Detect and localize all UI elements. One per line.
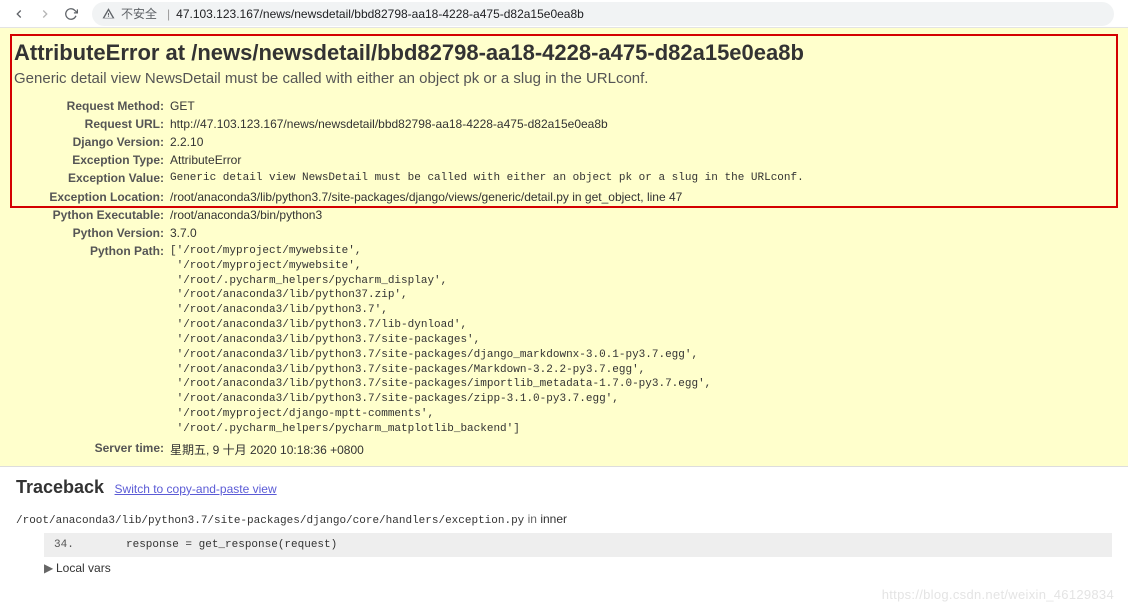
switch-view-link[interactable]: Switch to copy-and-paste view [115, 482, 277, 496]
table-row: Python Executable: /root/anaconda3/bin/p… [14, 206, 804, 224]
url-text: 47.103.123.167/news/newsdetail/bbd82798-… [176, 7, 584, 21]
triangle-right-icon: ▶ [44, 561, 54, 575]
forward-button[interactable] [32, 1, 58, 27]
error-meta-table: Request Method: GET Request URL: http://… [14, 97, 804, 460]
error-subtitle: Generic detail view NewsDetail must be c… [14, 70, 1114, 87]
error-title: AttributeError at /news/newsdetail/bbd82… [14, 40, 1114, 66]
label-exception-location: Exception Location: [14, 188, 170, 206]
local-vars-toggle[interactable]: ▶Local vars [44, 561, 1112, 575]
frame-func: inner [540, 512, 567, 526]
label-django-version: Django Version: [14, 133, 170, 151]
label-python-path: Python Path: [14, 242, 170, 439]
label-python-version: Python Version: [14, 224, 170, 242]
value-python-executable: /root/anaconda3/bin/python3 [170, 206, 804, 224]
label-request-url: Request URL: [14, 115, 170, 133]
value-exception-type: AttributeError [170, 151, 804, 169]
back-button[interactable] [6, 1, 32, 27]
reload-button[interactable] [58, 1, 84, 27]
label-server-time: Server time: [14, 439, 170, 460]
frame-in-word: in [528, 512, 537, 526]
traceback-frame: /root/anaconda3/lib/python3.7/site-packa… [16, 512, 1112, 527]
page-content: AttributeError at /news/newsdetail/bbd82… [0, 28, 1128, 608]
insecure-icon [102, 7, 115, 20]
value-python-path: ['/root/myproject/mywebsite', '/root/myp… [170, 244, 804, 437]
code-line: response = get_response(request) [126, 539, 337, 551]
label-exception-type: Exception Type: [14, 151, 170, 169]
value-django-version: 2.2.10 [170, 133, 804, 151]
label-exception-value: Exception Value: [14, 169, 170, 188]
error-summary: AttributeError at /news/newsdetail/bbd82… [0, 28, 1128, 467]
table-row: Request URL: http://47.103.123.167/news/… [14, 115, 804, 133]
code-context[interactable]: 34.response = get_response(request) [44, 533, 1112, 557]
table-row: Exception Value: Generic detail view New… [14, 169, 804, 188]
separator: | [167, 7, 170, 21]
insecure-label: 不安全 [121, 5, 157, 22]
table-row: Python Version: 3.7.0 [14, 224, 804, 242]
value-python-version: 3.7.0 [170, 224, 804, 242]
label-request-method: Request Method: [14, 97, 170, 115]
code-lineno: 34. [54, 539, 126, 551]
table-row: Exception Type: AttributeError [14, 151, 804, 169]
table-row: Request Method: GET [14, 97, 804, 115]
table-row: Python Path: ['/root/myproject/mywebsite… [14, 242, 804, 439]
value-request-method: GET [170, 97, 804, 115]
value-exception-location: /root/anaconda3/lib/python3.7/site-packa… [170, 188, 804, 206]
value-request-url: http://47.103.123.167/news/newsdetail/bb… [170, 115, 804, 133]
browser-toolbar: 不安全 | 47.103.123.167/news/newsdetail/bbd… [0, 0, 1128, 28]
frame-file: /root/anaconda3/lib/python3.7/site-packa… [16, 515, 524, 527]
value-server-time: 星期五, 9 十月 2020 10:18:36 +0800 [170, 439, 804, 460]
traceback-heading: Traceback [16, 477, 104, 497]
address-bar[interactable]: 不安全 | 47.103.123.167/news/newsdetail/bbd… [92, 2, 1114, 26]
table-row: Server time: 星期五, 9 十月 2020 10:18:36 +08… [14, 439, 804, 460]
table-row: Exception Location: /root/anaconda3/lib/… [14, 188, 804, 206]
local-vars-label: Local vars [56, 561, 111, 575]
label-python-executable: Python Executable: [14, 206, 170, 224]
traceback-section: Traceback Switch to copy-and-paste view … [0, 467, 1128, 575]
value-exception-value: Generic detail view NewsDetail must be c… [170, 169, 804, 188]
table-row: Django Version: 2.2.10 [14, 133, 804, 151]
